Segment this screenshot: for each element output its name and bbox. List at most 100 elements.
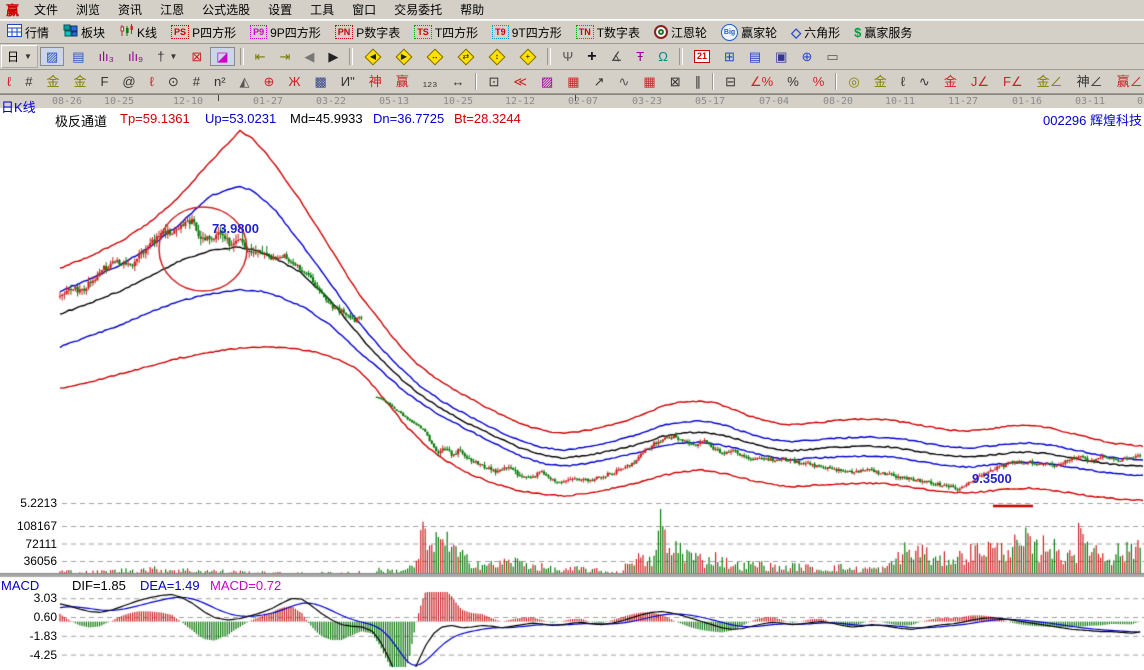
tool-measure-tool[interactable]: ∡ — [605, 47, 629, 66]
tool-save[interactable]: ▣ — [769, 47, 793, 66]
ying-angle-icon: 赢∠ — [1117, 75, 1143, 88]
tool-pen-tool[interactable]: ℓ — [1, 72, 17, 91]
tool-marker-pen[interactable]: ℓ — [144, 72, 160, 91]
tool-first-bar[interactable]: ⇤ — [249, 47, 272, 66]
tool-zoom-left[interactable]: ◀ — [358, 45, 387, 68]
low-price-annotation: 9.3500 — [972, 471, 1012, 486]
tool-zoom-right[interactable]: ▶ — [389, 45, 418, 68]
toolbar-button-9t-square[interactable]: T99T四方形 — [486, 21, 568, 44]
toolbar-button-t-square[interactable]: TST四方形 — [408, 21, 484, 44]
tool-gann-frame[interactable]: ⊠ — [185, 47, 208, 66]
tool-parallel-lines[interactable]: ∥ — [689, 72, 708, 91]
menu-item-8[interactable]: 窗口 — [343, 0, 385, 21]
tool-gann-grid[interactable]: ▦ — [561, 72, 585, 91]
tool-web-tool[interactable]: Ж — [282, 72, 306, 91]
tool-number-ruler[interactable]: ₁₂₃ — [417, 72, 444, 91]
tool-wave-mark-tool[interactable]: И" — [335, 72, 361, 91]
tool-tick-ruler-2[interactable]: # — [187, 72, 206, 91]
toolbar-button-t-number-table[interactable]: TNT数字表 — [570, 21, 646, 44]
tool-gold-gauge-2[interactable]: 金 — [67, 72, 92, 91]
tool-gann-t-tool[interactable]: Ŧ — [630, 47, 650, 66]
tool-gann-box[interactable]: ▨ — [535, 72, 559, 91]
menu-item-9[interactable]: 交易委托 — [385, 0, 451, 21]
tool-remote-data[interactable]: ▭ — [820, 47, 844, 66]
tool-gold-circle-tool[interactable]: ◎ — [842, 72, 865, 91]
toolbar-button-9p-square[interactable]: P99P四方形 — [244, 21, 327, 44]
tool-ying-angle[interactable]: 赢∠ — [1111, 72, 1144, 91]
tool-target-tool[interactable]: ⊕ — [258, 72, 281, 91]
tool-ink-tool[interactable]: ℓ — [895, 72, 911, 91]
tool-cycle-gauge[interactable]: ⊙ — [162, 72, 185, 91]
tool-gold-underline[interactable]: 金 — [938, 72, 963, 91]
tool-zoom-swap[interactable]: ⇄ — [451, 45, 480, 68]
tool-j-angle[interactable]: J∠ — [965, 72, 995, 91]
tool-wave-fit-tool[interactable]: ∿ — [913, 72, 936, 91]
tool-neural-tool[interactable]: Ω — [652, 47, 674, 66]
tool-chart-window-toggle[interactable]: ▨ — [40, 47, 64, 66]
tool-zoom-vertical[interactable]: ↕ — [482, 45, 511, 68]
tool-color-chart[interactable]: ◪ — [210, 47, 234, 66]
tool-pattern-3[interactable]: ılı₃ — [93, 47, 120, 66]
tool-hand-tool[interactable]: Ψ — [556, 47, 579, 66]
menu-item-4[interactable]: 江恩 — [151, 0, 193, 21]
tool-notepad[interactable]: ▤ — [743, 47, 767, 66]
tool-shen-angle[interactable]: 神∠ — [1071, 72, 1109, 91]
tool-calendar[interactable]: 21 — [688, 47, 716, 66]
toolbar-button-p-number-table[interactable]: PNP数字表 — [329, 21, 407, 44]
tool-percent-tool[interactable]: % — [781, 72, 805, 91]
tool-ying-gauge[interactable]: 赢 — [390, 72, 415, 91]
f-angle-icon: F∠ — [1003, 75, 1023, 88]
toolbar-button-hexagon[interactable]: ◇六角形 — [785, 21, 846, 44]
tool-box-tool[interactable]: ⊡ — [482, 72, 505, 91]
fib-gauge-icon: F — [100, 75, 108, 88]
tool-zigzag-tool[interactable]: ∿ — [613, 72, 636, 91]
toolbar-button-p-square[interactable]: PSP四方形 — [165, 21, 242, 44]
color-chart-icon: ◪ — [216, 50, 228, 63]
toolbar-button-winner-service[interactable]: $赢家服务 — [848, 21, 918, 44]
tool-prev-bar[interactable]: ◀ — [298, 47, 320, 66]
tool-spiral-tool[interactable]: @ — [116, 72, 141, 91]
tool-crosshair-tool[interactable]: + — [581, 46, 602, 68]
tool-red-grid[interactable]: ▦ — [637, 72, 661, 91]
tool-tick-ruler[interactable]: # — [19, 72, 38, 91]
tool-net-update[interactable]: ⊕ — [795, 47, 818, 66]
tool-percent-line[interactable]: % — [807, 72, 831, 91]
tool-pattern-9[interactable]: ılı₉ — [122, 47, 149, 66]
tool-period-day-dropdown[interactable]: 日▼ — [1, 45, 38, 68]
tool-percent-angle[interactable]: ∠% — [744, 72, 779, 91]
toolbar-button-quotes[interactable]: 行情 — [1, 21, 55, 44]
tool-stat-panel[interactable]: ⊟ — [719, 72, 742, 91]
tool-zoom-all[interactable]: + — [513, 45, 542, 68]
tool-angle-gauge[interactable]: ◭ — [234, 72, 256, 91]
tool-last-bar[interactable]: ⇥ — [273, 47, 296, 66]
tool-info-panel[interactable]: ▤ — [66, 47, 90, 66]
menu-item-1[interactable]: 文件 — [25, 0, 67, 21]
tool-gold-angle[interactable]: 金∠ — [1031, 72, 1069, 91]
tool-f-angle[interactable]: F∠ — [997, 72, 1029, 91]
menu-item-5[interactable]: 公式选股 — [193, 0, 259, 21]
tool-gold-gauge-1[interactable]: 金 — [40, 72, 65, 91]
tool-fib-gauge[interactable]: F — [94, 72, 114, 91]
tool-n-square-gauge[interactable]: n² — [208, 72, 232, 91]
menu-item-3[interactable]: 资讯 — [109, 0, 151, 21]
menu-item-2[interactable]: 浏览 — [67, 0, 109, 21]
tool-box-arrow[interactable]: ⊠ — [664, 72, 687, 91]
tool-grid-web-tool[interactable]: ▩ — [308, 72, 332, 91]
toolbar-button-gann-wheel[interactable]: 江恩轮 — [648, 21, 713, 44]
tool-shen-gauge[interactable]: 神 — [363, 72, 388, 91]
tool-candle-type-dropdown[interactable]: †▼ — [151, 47, 183, 66]
toolbar-button-winner-wheel[interactable]: Big赢家轮 — [715, 21, 783, 44]
toolbar-button-sectors[interactable]: 板块 — [57, 21, 111, 44]
next-bar-icon: ▶ — [328, 50, 338, 63]
tool-gold-line-tool[interactable]: 金 — [868, 72, 893, 91]
toolbar-button-kline[interactable]: K线 — [113, 21, 163, 44]
menu-item-7[interactable]: 工具 — [301, 0, 343, 21]
tool-data-table[interactable]: ⊞ — [718, 47, 741, 66]
menu-item-6[interactable]: 设置 — [259, 0, 301, 21]
tool-next-bar[interactable]: ▶ — [322, 47, 344, 66]
menu-item-10[interactable]: 帮助 — [451, 0, 493, 21]
tool-span-measure[interactable]: ↔ — [445, 72, 470, 91]
tool-fan-lines[interactable]: ≪ — [507, 72, 533, 91]
tool-trend-rays[interactable]: ↗ — [588, 72, 611, 91]
tool-zoom-horizontal[interactable]: ↔ — [420, 45, 449, 68]
